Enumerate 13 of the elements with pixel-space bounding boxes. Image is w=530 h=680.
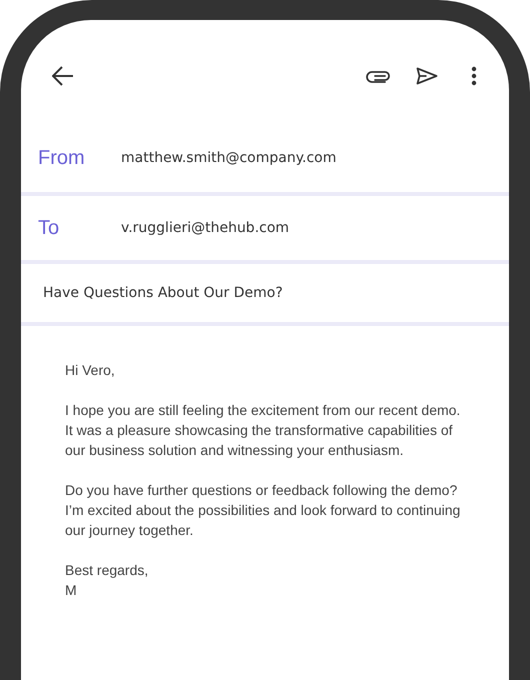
message-paragraph: I hope you are still feeling the excitement from our recent demo. It was a pleasure showcasing the transformative capabilities of our business solution and witnessing your enthusiasm. [65,401,462,460]
message-paragraph: Best regards, M [65,561,150,600]
back-icon[interactable] [52,66,74,86]
field-label: To [37,216,60,240]
message-paragraph: Hi Vero, [65,361,116,380]
more-icon[interactable] [471,66,477,86]
paperclip-icon[interactable] [366,69,390,83]
address-field[interactable]: v.rugglieri@thehub.com [121,220,290,236]
subject-field[interactable]: Have Questions About Our Demo? [21,285,283,301]
send-icon[interactable] [416,67,438,85]
address-field[interactable]: matthew.smith@company.com [121,150,336,166]
message-paragraph: Do you have further questions or feedback following the demo? I’m excited about the possibilities and look forward to continuing our journey together. [65,481,462,540]
field-label: From [37,146,86,170]
